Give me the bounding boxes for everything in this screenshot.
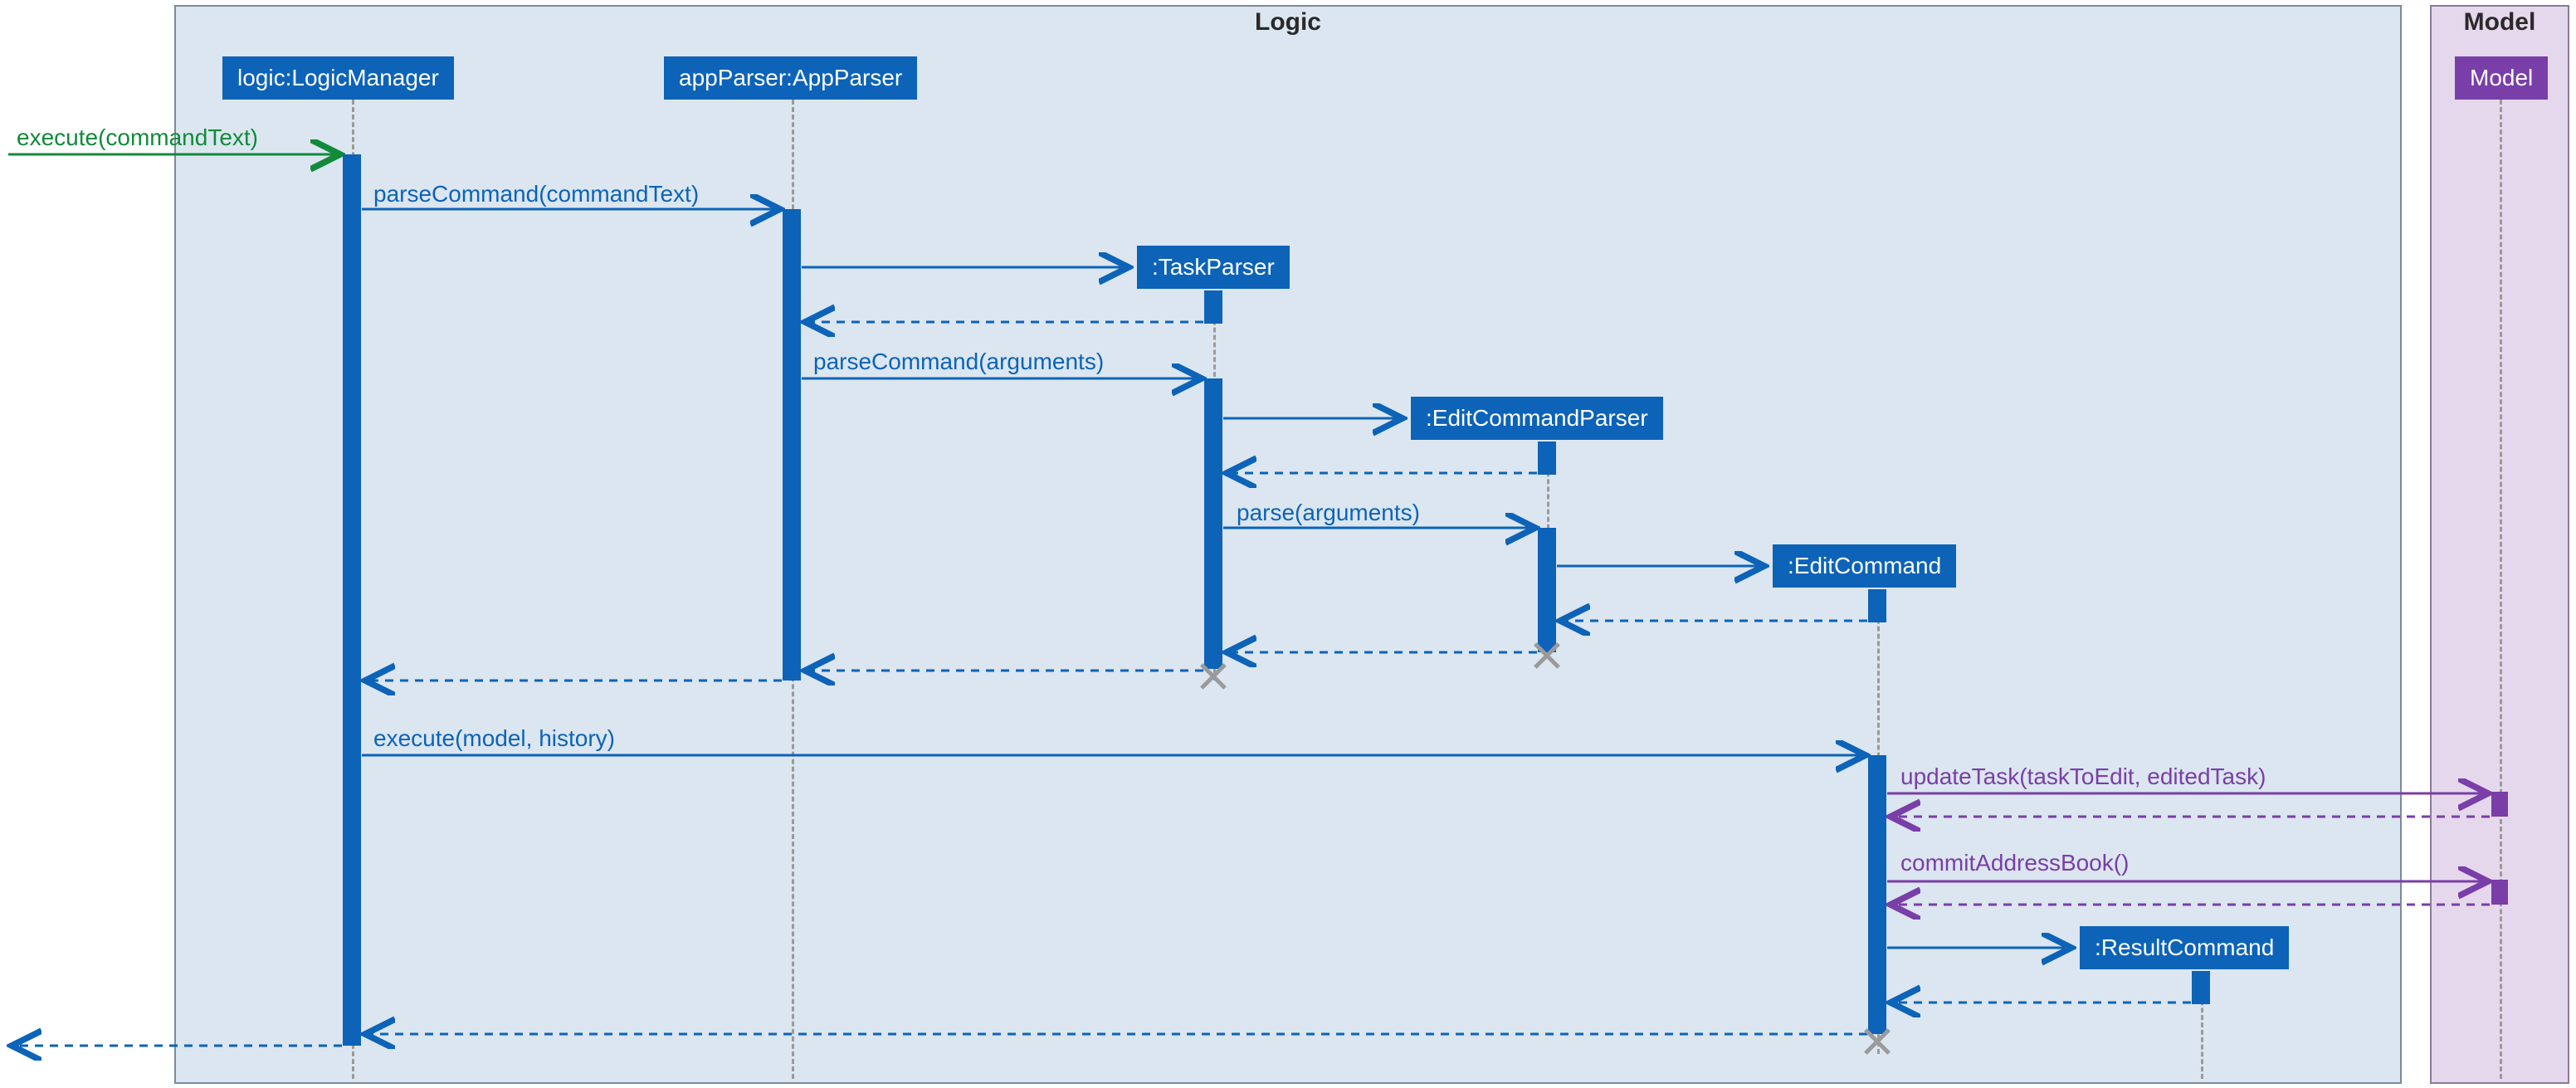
activation-appparser xyxy=(783,209,801,681)
lifeline-model xyxy=(2500,100,2502,1079)
activation-editcommand-1 xyxy=(1868,589,1886,622)
activation-resultcommand xyxy=(2192,971,2210,1004)
logic-region-title: Logic xyxy=(1247,5,1329,40)
participant-taskparser: :TaskParser xyxy=(1137,246,1290,289)
activation-taskparser-2 xyxy=(1204,378,1222,669)
participant-editcommand: :EditCommand xyxy=(1773,544,1956,588)
participant-logicmanager: logic:LogicManager xyxy=(222,56,454,100)
msg-execute-modelhistory: execute(model, history) xyxy=(373,725,615,752)
destroy-editcommandparser-icon xyxy=(1530,639,1564,672)
msg-parsecommand-args: parseCommand(arguments) xyxy=(813,349,1104,375)
activation-model-2 xyxy=(2491,880,2508,905)
participant-model: Model xyxy=(2455,56,2548,100)
msg-parsecommand-text: parseCommand(commandText) xyxy=(373,181,699,207)
activation-logicmanager xyxy=(343,154,361,1046)
destroy-editcommand-icon xyxy=(1861,1025,1894,1058)
model-region-title: Model xyxy=(2456,5,2544,40)
participant-appparser: appParser:AppParser xyxy=(664,56,917,100)
activation-editcommandparser-2 xyxy=(1538,528,1556,652)
activation-taskparser-1 xyxy=(1204,290,1222,324)
msg-commitaddressbook: commitAddressBook() xyxy=(1900,850,2129,876)
msg-updatetask: updateTask(taskToEdit, editedTask) xyxy=(1900,764,2266,790)
msg-parse-args: parse(arguments) xyxy=(1237,500,1420,526)
destroy-taskparser-icon xyxy=(1197,660,1230,693)
msg-execute-commandtext: execute(commandText) xyxy=(17,124,258,151)
participant-resultcommand: :ResultCommand xyxy=(2080,926,2289,969)
activation-editcommand-2 xyxy=(1868,755,1886,1034)
activation-model-1 xyxy=(2491,792,2508,817)
participant-editcommandparser: :EditCommandParser xyxy=(1411,397,1663,440)
activation-editcommandparser-1 xyxy=(1538,442,1556,475)
logic-region: Logic xyxy=(174,5,2402,1084)
